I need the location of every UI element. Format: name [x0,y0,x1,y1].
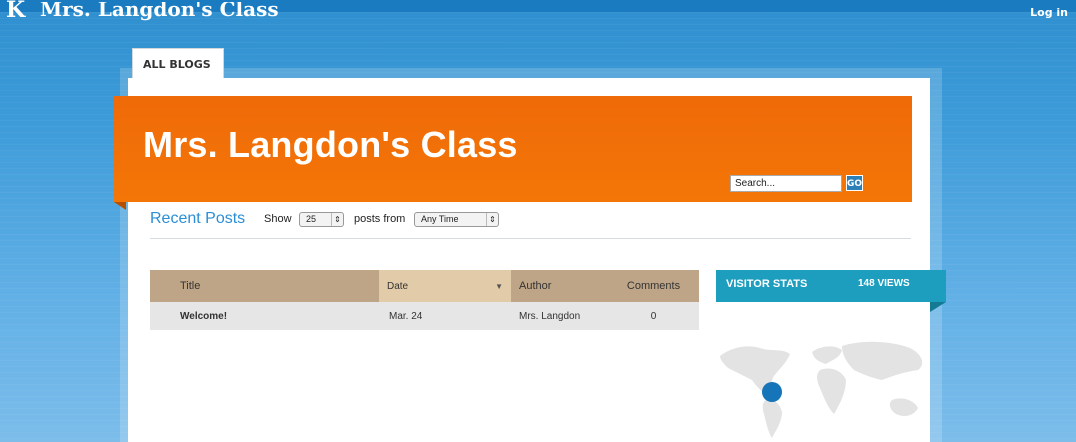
blog-title: Mrs. Langdon's Class [143,124,518,165]
recent-posts-heading: Recent Posts [150,210,246,227]
column-header-date-label: Date [387,280,409,292]
world-map [720,341,923,438]
section-divider [150,238,911,239]
time-range-value: Any Time [421,214,459,224]
time-range-select[interactable]: Any Time ⇕ [414,212,499,227]
post-count-value: 25 [306,214,317,224]
location-dot-icon [762,382,782,402]
posts-table: Title Date ▼ Author Comments Welcome! Ma… [150,270,699,330]
visitor-stats-header: VISITOR STATS 148 VIEWS [716,270,946,302]
tab-all-blogs[interactable]: ALL BLOGS [132,48,224,82]
column-header-date[interactable]: Date ▼ [379,270,511,302]
site-logo[interactable]: K [6,0,26,20]
tab-all-blogs-label: ALL BLOGS [143,58,211,71]
visitor-stats-fold [930,302,946,312]
post-title[interactable]: Welcome! [150,302,379,330]
search-input[interactable] [730,175,842,192]
table-header-row: Title Date ▼ Author Comments [150,270,699,302]
post-author: Mrs. Langdon [511,302,612,330]
site-title[interactable]: Mrs. Langdon's Class [40,2,279,22]
visitor-stats-title: VISITOR STATS [726,278,808,290]
table-row[interactable]: Welcome! Mar. 24 Mrs. Langdon 0 [150,302,699,330]
updown-arrows-icon: ⇕ [486,213,498,226]
visitor-stats-views: 148 VIEWS [858,278,910,289]
chevron-down-icon: ▼ [495,282,503,291]
column-header-author[interactable]: Author [511,270,612,302]
column-header-comments[interactable]: Comments [612,270,699,302]
show-label: Show [264,213,292,225]
search-go-button[interactable]: GO [846,175,863,191]
login-link[interactable]: Log in [1030,6,1068,19]
posts-from-label: posts from [354,213,406,225]
post-count-select[interactable]: 25 ⇕ [299,212,344,227]
column-header-title[interactable]: Title [150,270,379,302]
post-comments: 0 [612,302,699,330]
updown-arrows-icon: ⇕ [331,213,343,226]
banner-fold [114,202,126,210]
post-date: Mar. 24 [379,302,511,330]
